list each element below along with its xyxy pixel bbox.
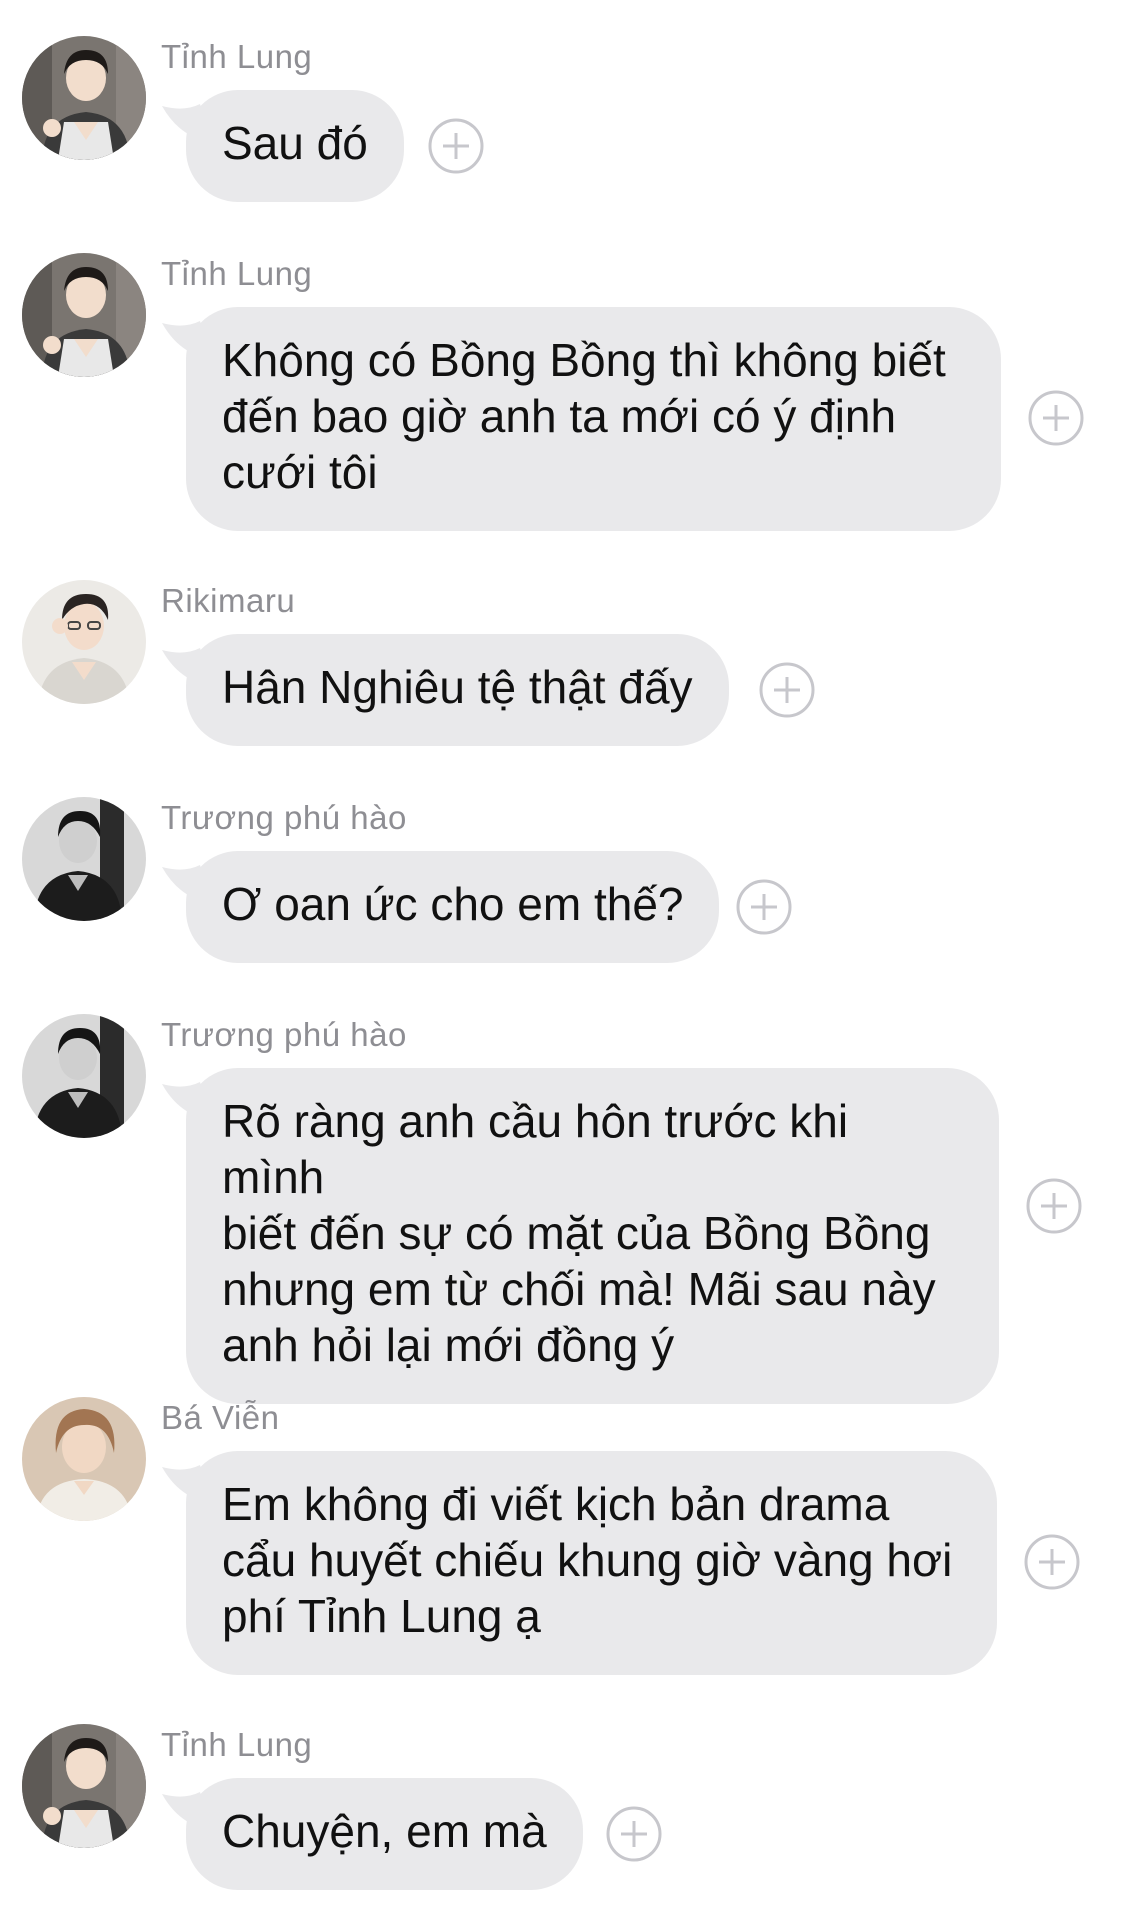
avatar[interactable]: [22, 36, 146, 160]
sender-name: Trương phú hào: [161, 799, 407, 836]
message-bubble[interactable]: Ơ oan ức cho em thế?: [186, 851, 720, 963]
message-bubble[interactable]: Hân Nghiêu tệ thật đấy: [186, 634, 729, 746]
message-bubble[interactable]: Chuyện, em mà: [186, 1778, 583, 1890]
sender-name: Tỉnh Lung: [161, 1726, 313, 1763]
add-circle-icon[interactable]: [736, 879, 792, 935]
add-circle-icon[interactable]: [1028, 390, 1084, 446]
message-bubble[interactable]: Rõ ràng anh cầu hôn trước khi mình biết …: [186, 1068, 999, 1404]
avatar[interactable]: [22, 1014, 146, 1138]
add-circle-icon[interactable]: [1026, 1178, 1082, 1234]
avatar[interactable]: [22, 253, 146, 377]
avatar[interactable]: [22, 580, 146, 704]
sender-name: Tỉnh Lung: [161, 38, 313, 75]
sender-name: Bá Viễn: [161, 1399, 280, 1436]
add-circle-icon[interactable]: [1024, 1534, 1080, 1590]
avatar[interactable]: [22, 797, 146, 921]
add-circle-icon[interactable]: [428, 118, 484, 174]
sender-name: Tỉnh Lung: [161, 255, 313, 292]
avatar[interactable]: [22, 1397, 146, 1521]
message-bubble[interactable]: Không có Bồng Bồng thì không biết đến ba…: [186, 307, 1001, 531]
add-circle-icon[interactable]: [759, 662, 815, 718]
message-bubble[interactable]: Em không đi viết kịch bản drama cẩu huyế…: [186, 1451, 997, 1675]
sender-name: Rikimaru: [161, 582, 296, 619]
sender-name: Trương phú hào: [161, 1016, 407, 1053]
add-circle-icon[interactable]: [606, 1806, 662, 1862]
avatar[interactable]: [22, 1724, 146, 1848]
message-bubble[interactable]: Sau đó: [186, 90, 404, 202]
